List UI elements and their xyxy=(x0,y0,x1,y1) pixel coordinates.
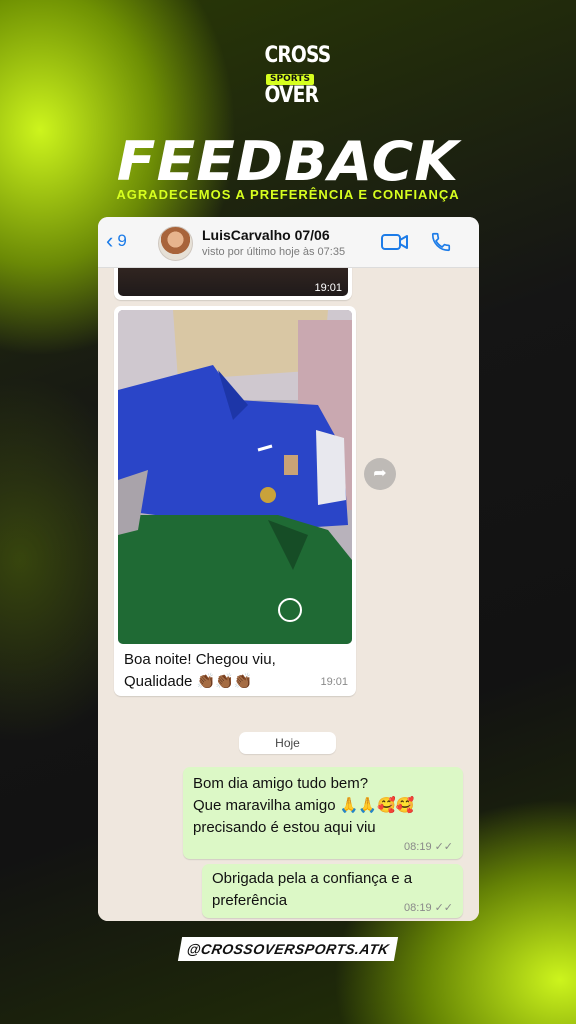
last-seen-status: visto por último hoje às 07:35 xyxy=(202,246,346,258)
message-time: 19:01 xyxy=(314,282,342,294)
back-button[interactable]: ‹ 9 xyxy=(106,230,127,252)
message-text: Bom dia amigo tudo bem? Que maravilha am… xyxy=(193,773,414,839)
read-receipt-icon: ✓✓ xyxy=(434,902,453,914)
hero-title: FEEDBACK xyxy=(116,130,460,193)
phone-call-icon[interactable] xyxy=(430,231,452,253)
read-receipt-icon: ✓✓ xyxy=(434,841,453,853)
image-message-partial[interactable]: 19:01 xyxy=(114,268,352,300)
jersey-photo[interactable] xyxy=(118,310,352,644)
caption-line: Qualidade 👏🏾👏🏾👏🏾 xyxy=(124,673,253,690)
message-line: preferência xyxy=(212,892,288,909)
instagram-handle: @CROSSOVERSPORTS.ATK xyxy=(177,937,399,961)
message-line: precisando é estou aqui viu xyxy=(193,819,376,836)
outgoing-message[interactable]: Bom dia amigo tudo bem? Que maravilha am… xyxy=(183,767,463,859)
day-separator: Hoje xyxy=(239,732,336,754)
message-time: 19:01 xyxy=(320,676,348,688)
outgoing-message[interactable]: Obrigada pela a confiança e a preferênci… xyxy=(202,864,463,918)
message-caption: Boa noite! Chegou viu, Qualidade 👏🏾👏🏾👏🏾 xyxy=(124,649,276,693)
message-line: Bom dia amigo tudo bem? xyxy=(193,775,369,792)
message-text: Obrigada pela a confiança e a preferênci… xyxy=(212,868,412,912)
unread-count: 9 xyxy=(117,231,127,250)
message-line: Que maravilha amigo 🙏🙏🥰🥰 xyxy=(193,797,415,814)
chat-body: 19:01 Boa noite! Chegou viu, Qualidade 👏… xyxy=(98,268,479,921)
forward-button[interactable]: ➦ xyxy=(364,458,396,490)
message-time: 08:19 ✓✓ xyxy=(404,840,453,853)
caption-line: Boa noite! Chegou viu, xyxy=(124,651,276,668)
logo-line-cross: CROSS xyxy=(264,43,332,68)
chevron-left-icon: ‹ xyxy=(106,228,114,253)
message-time-text: 08:19 xyxy=(404,902,432,914)
forward-arrow-icon: ➦ xyxy=(373,465,387,482)
contact-name[interactable]: LuisCarvalho 07/06 xyxy=(202,227,330,243)
chat-header: ‹ 9 LuisCarvalho 07/06 visto por último … xyxy=(98,217,479,268)
jersey-photo-illustration xyxy=(118,310,352,644)
chat-screenshot: ‹ 9 LuisCarvalho 07/06 visto por último … xyxy=(98,217,479,921)
video-call-icon[interactable] xyxy=(381,232,409,252)
hero-subtitle: AGRADECEMOS A PREFERÊNCIA E CONFIANÇA xyxy=(116,187,460,202)
message-time: 08:19 ✓✓ xyxy=(404,901,453,914)
message-time-text: 08:19 xyxy=(404,841,432,853)
avatar[interactable] xyxy=(158,226,193,261)
brand-logo: CROSS SPORTS OVER xyxy=(260,43,332,108)
message-line: Obrigada pela a confiança e a xyxy=(212,870,413,887)
logo-line-over: OVER xyxy=(264,83,319,108)
image-message[interactable]: Boa noite! Chegou viu, Qualidade 👏🏾👏🏾👏🏾 … xyxy=(114,306,356,696)
